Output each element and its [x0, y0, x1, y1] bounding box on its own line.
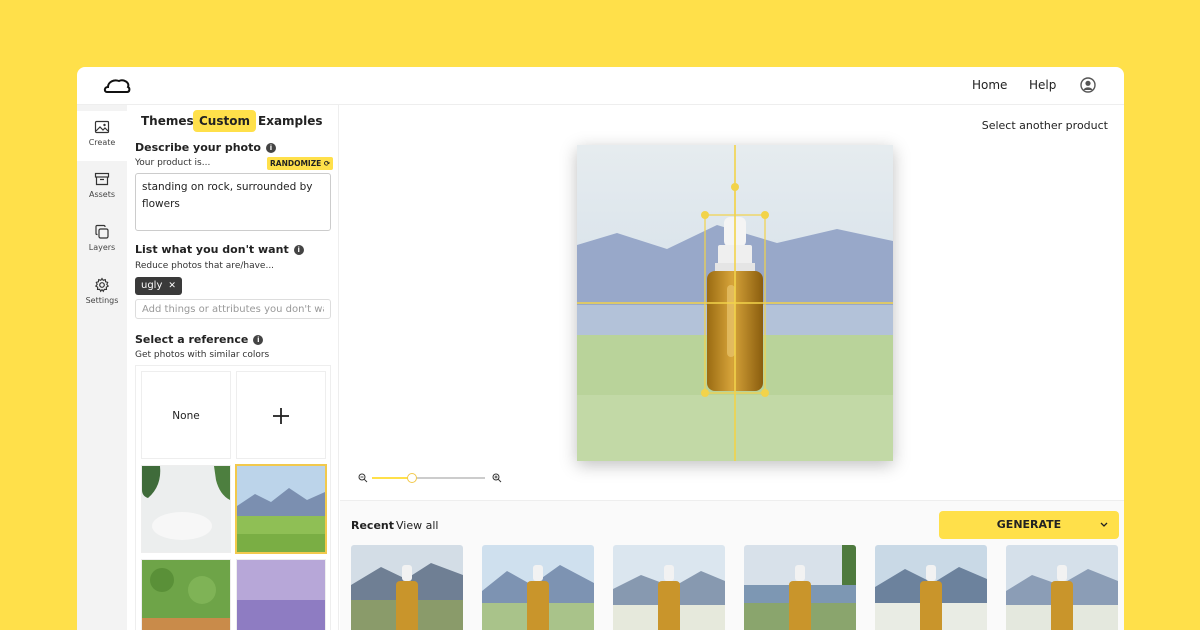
nav-home-link[interactable]: Home	[972, 78, 1007, 92]
layers-copy-icon	[95, 224, 109, 239]
tab-custom[interactable]: Custom	[193, 110, 256, 132]
zoom-out-icon[interactable]	[358, 473, 368, 483]
exclude-subtitle: Reduce photos that are/have...	[135, 261, 275, 271]
recent-image	[744, 545, 856, 630]
reference-image	[142, 466, 230, 552]
recent-image	[351, 545, 463, 630]
reference-image	[142, 560, 230, 630]
reference-add[interactable]	[236, 371, 326, 459]
rail-label-create: Create	[88, 138, 116, 147]
recent-image	[613, 545, 725, 630]
recent-image	[482, 545, 594, 630]
user-avatar-icon[interactable]	[1080, 77, 1096, 93]
recent-image	[1006, 545, 1118, 630]
rail-label-assets: Assets	[88, 190, 116, 199]
preview-scene	[577, 145, 893, 461]
tab-themes[interactable]: Themes	[135, 110, 200, 132]
close-icon[interactable]: ✕	[168, 281, 176, 291]
generate-button[interactable]: GENERATE	[939, 511, 1119, 539]
gear-icon	[94, 277, 110, 293]
select-another-product-link[interactable]: Select another product	[982, 119, 1108, 132]
recent-image	[875, 545, 987, 630]
recent-thumb-2[interactable]	[482, 545, 594, 630]
recent-thumb-4[interactable]	[744, 545, 856, 630]
tab-examples[interactable]: Examples	[252, 110, 329, 132]
recent-strip: Recent View all GENERATE	[340, 500, 1124, 630]
archive-box-icon	[94, 172, 110, 186]
exclude-input[interactable]	[135, 299, 331, 319]
info-icon[interactable]: i	[253, 335, 264, 345]
reference-none[interactable]: None	[141, 371, 231, 459]
rail-item-settings[interactable]: Settings	[77, 277, 127, 327]
reference-subtitle: Get photos with similar colors	[135, 350, 270, 360]
rail-item-create[interactable]: Create	[77, 111, 127, 161]
recent-thumb-6[interactable]	[1006, 545, 1118, 630]
image-icon	[94, 120, 110, 134]
view-all-link[interactable]: View all	[396, 519, 438, 532]
describe-title: Describe your photo i	[135, 141, 276, 154]
left-rail: Create Assets Layers Settings	[77, 105, 127, 630]
recent-thumb-1[interactable]	[351, 545, 463, 630]
reference-grid: None	[135, 365, 331, 630]
reference-thumb-hedge[interactable]	[141, 559, 231, 630]
rail-label-settings: Settings	[85, 296, 119, 305]
reference-title: Select a reference i	[135, 333, 264, 346]
describe-subtitle: Your product is...	[135, 158, 211, 168]
rail-item-layers[interactable]: Layers	[77, 224, 127, 274]
generate-label: GENERATE	[996, 518, 1062, 531]
zoom-in-icon[interactable]	[492, 473, 502, 483]
canvas-area: Select another product	[340, 105, 1124, 500]
chevron-down-icon[interactable]	[1099, 511, 1109, 539]
reference-image	[237, 560, 325, 630]
cloud-logo-icon[interactable]	[103, 76, 131, 96]
rail-item-assets[interactable]: Assets	[77, 171, 127, 221]
info-icon[interactable]: i	[293, 245, 304, 255]
recent-title: Recent	[351, 519, 395, 532]
preview-image[interactable]	[577, 145, 893, 461]
app-window: Home Help Create Assets Layers Settings …	[77, 67, 1124, 630]
info-icon[interactable]: i	[265, 143, 276, 153]
refresh-icon: ⟳	[323, 159, 331, 168]
options-panel: Themes Custom Examples Describe your pho…	[127, 105, 339, 630]
zoom-control	[358, 469, 508, 485]
reference-image	[237, 466, 325, 552]
plus-icon	[273, 408, 289, 424]
recent-thumb-3[interactable]	[613, 545, 725, 630]
reference-thumb-leaves[interactable]	[141, 465, 231, 553]
reference-thumb-meadow[interactable]	[235, 464, 327, 554]
exclude-chip: ugly ✕	[135, 277, 182, 295]
describe-textarea[interactable]: standing on rock, surrounded by flowers	[135, 173, 331, 231]
recent-thumb-5[interactable]	[875, 545, 987, 630]
nav-help-link[interactable]: Help	[1029, 78, 1056, 92]
rail-label-layers: Layers	[88, 243, 116, 252]
zoom-fill	[372, 477, 412, 479]
exclude-title: List what you don't want i	[135, 243, 304, 256]
top-bar: Home Help	[77, 67, 1124, 105]
reference-thumb-lavender[interactable]	[236, 559, 326, 630]
randomize-button[interactable]: RANDOMIZE ⟳	[267, 157, 334, 170]
zoom-slider-knob[interactable]	[407, 473, 417, 483]
